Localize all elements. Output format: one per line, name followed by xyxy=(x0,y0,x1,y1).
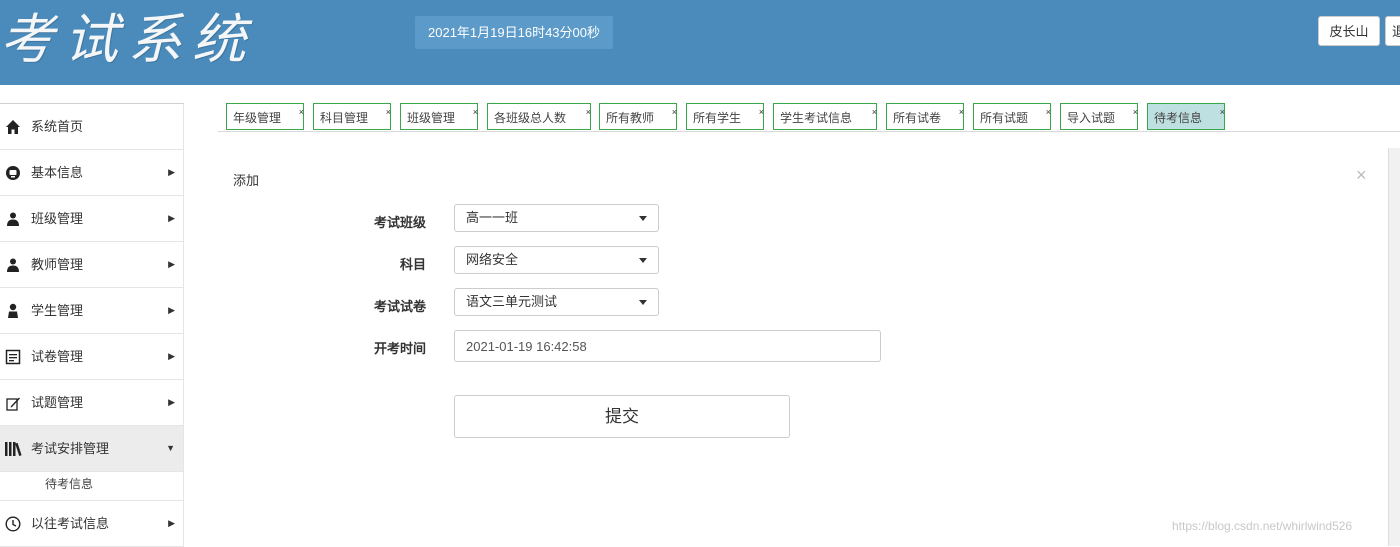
close-icon[interactable]: × xyxy=(1220,98,1225,126)
sidebar-item-teacher-management[interactable]: 教师管理 ▶ xyxy=(0,242,183,288)
scrollbar[interactable] xyxy=(1388,148,1400,546)
close-icon[interactable]: × xyxy=(672,98,677,126)
sidebar-item-class-management[interactable]: 班级管理 ▶ xyxy=(0,196,183,242)
sidebar-item-label: 试卷管理 xyxy=(31,349,84,364)
sidebar-item-label: 学生管理 xyxy=(31,303,84,318)
header-bar: 考试系统 2021年1月19日16时43分00秒 皮长山 退 xyxy=(0,0,1400,85)
subject-select[interactable]: 网络安全 xyxy=(454,246,659,274)
tab-label: 年级管理 xyxy=(233,111,282,125)
sidebar-item-student-management[interactable]: 学生管理 ▶ xyxy=(0,288,183,334)
class-label: 考试班级 xyxy=(373,215,426,230)
caret-right-icon: ▶ xyxy=(168,518,175,528)
sidebar-item-question-management[interactable]: 试题管理 ▶ xyxy=(0,380,183,426)
close-icon[interactable]: × xyxy=(959,98,964,126)
caret-right-icon: ▶ xyxy=(168,213,175,223)
users-icon xyxy=(4,210,22,228)
tab-all-teachers[interactable]: 所有教师 × xyxy=(599,103,677,130)
home-icon xyxy=(4,118,22,136)
logout-button[interactable]: 退 xyxy=(1385,16,1400,46)
sidebar-item-label: 系统首页 xyxy=(31,119,84,134)
sidebar-item-label: 基本信息 xyxy=(31,165,84,180)
tab-pending-exams[interactable]: 待考信息 × xyxy=(1147,103,1225,130)
sidebar-subitem-pending-exams[interactable]: 待考信息 xyxy=(0,472,183,501)
tab-grade-management[interactable]: 年级管理 × xyxy=(226,103,304,130)
sidebar-item-paper-management[interactable]: 试卷管理 ▶ xyxy=(0,334,183,380)
close-icon[interactable]: × xyxy=(1046,98,1051,126)
paper-select-value: 语文三单元测试 xyxy=(466,294,558,309)
paper-select[interactable]: 语文三单元测试 xyxy=(454,288,659,316)
sidebar-item-label: 试题管理 xyxy=(31,395,84,410)
tab-label: 各班级总人数 xyxy=(494,111,567,125)
caret-down-icon: ▼ xyxy=(166,443,175,453)
close-icon[interactable]: × xyxy=(1133,98,1138,126)
chevron-down-icon xyxy=(639,216,647,221)
sidebar: 系统首页 基本信息 ▶ 班级管理 ▶ 教师管理 ▶ 学生管理 ▶ 试卷管理 ▶ xyxy=(0,103,184,547)
tab-label: 科目管理 xyxy=(320,111,369,125)
app-logo: 考试系统 xyxy=(0,8,256,71)
user-icon xyxy=(4,302,22,320)
close-icon[interactable]: × xyxy=(386,98,391,126)
tab-all-students[interactable]: 所有学生 × xyxy=(686,103,764,130)
start-time-label: 开考时间 xyxy=(373,341,426,356)
class-select[interactable]: 高一一班 xyxy=(454,204,659,232)
close-icon[interactable]: × xyxy=(1356,165,1367,186)
tab-label: 班级管理 xyxy=(407,111,456,125)
subject-label: 科目 xyxy=(399,257,426,272)
books-icon xyxy=(4,440,22,458)
current-time-display: 2021年1月19日16时43分00秒 xyxy=(415,16,613,49)
chevron-down-icon xyxy=(639,300,647,305)
caret-right-icon: ▶ xyxy=(168,397,175,407)
tab-class-management[interactable]: 班级管理 × xyxy=(400,103,478,130)
tab-label: 所有学生 xyxy=(693,111,742,125)
tab-student-exam-info[interactable]: 学生考试信息 × xyxy=(773,103,877,130)
caret-right-icon: ▶ xyxy=(168,305,175,315)
sidebar-item-past-exams[interactable]: 以往考试信息 ▶ xyxy=(0,501,183,547)
class-select-value: 高一一班 xyxy=(466,210,519,225)
sidebar-item-label: 班级管理 xyxy=(31,211,84,226)
caret-right-icon: ▶ xyxy=(168,351,175,361)
sidebar-item-label: 教师管理 xyxy=(31,257,84,272)
caret-right-icon: ▶ xyxy=(168,259,175,269)
tab-label: 所有试题 xyxy=(980,111,1029,125)
tab-label: 所有试卷 xyxy=(893,111,942,125)
subject-select-value: 网络安全 xyxy=(466,252,519,267)
tab-subject-management[interactable]: 科目管理 × xyxy=(313,103,391,130)
close-icon[interactable]: × xyxy=(586,98,591,126)
paper-label: 考试试卷 xyxy=(373,299,426,314)
close-icon[interactable]: × xyxy=(299,98,304,126)
sidebar-item-label: 以往考试信息 xyxy=(31,516,110,531)
sidebar-item-label: 考试安排管理 xyxy=(31,441,110,456)
sidebar-item-home[interactable]: 系统首页 xyxy=(0,104,183,150)
tab-all-papers[interactable]: 所有试卷 × xyxy=(886,103,964,130)
tab-label: 所有教师 xyxy=(606,111,655,125)
tab-all-questions[interactable]: 所有试题 × xyxy=(973,103,1051,130)
close-icon[interactable]: × xyxy=(759,98,764,126)
watermark: https://blog.csdn.net/whirlwind526 xyxy=(1172,519,1353,533)
close-icon[interactable]: × xyxy=(872,98,877,126)
users-icon xyxy=(4,256,22,274)
tab-bar: 年级管理 × 科目管理 × 班级管理 × 各班级总人数 × 所有教师 × 所有学… xyxy=(218,103,1400,132)
chevron-down-icon xyxy=(639,258,647,263)
submit-button[interactable]: 提交 xyxy=(454,395,790,438)
tab-label: 待考信息 xyxy=(1154,111,1203,125)
edit-icon xyxy=(4,394,22,412)
tab-label: 导入试题 xyxy=(1067,111,1116,125)
tab-label: 学生考试信息 xyxy=(780,111,853,125)
start-time-input[interactable] xyxy=(454,330,881,362)
document-icon xyxy=(4,348,22,366)
sidebar-item-basic-info[interactable]: 基本信息 ▶ xyxy=(0,150,183,196)
tab-import-questions[interactable]: 导入试题 × xyxy=(1060,103,1138,130)
user-button[interactable]: 皮长山 xyxy=(1318,16,1380,46)
sidebar-item-exam-schedule[interactable]: 考试安排管理 ▼ xyxy=(0,426,183,472)
caret-right-icon: ▶ xyxy=(168,167,175,177)
close-icon[interactable]: × xyxy=(473,98,478,126)
tab-class-totals[interactable]: 各班级总人数 × xyxy=(487,103,591,130)
form-title: 添加 xyxy=(233,173,260,188)
clock-icon xyxy=(4,515,22,533)
info-icon xyxy=(4,164,22,182)
